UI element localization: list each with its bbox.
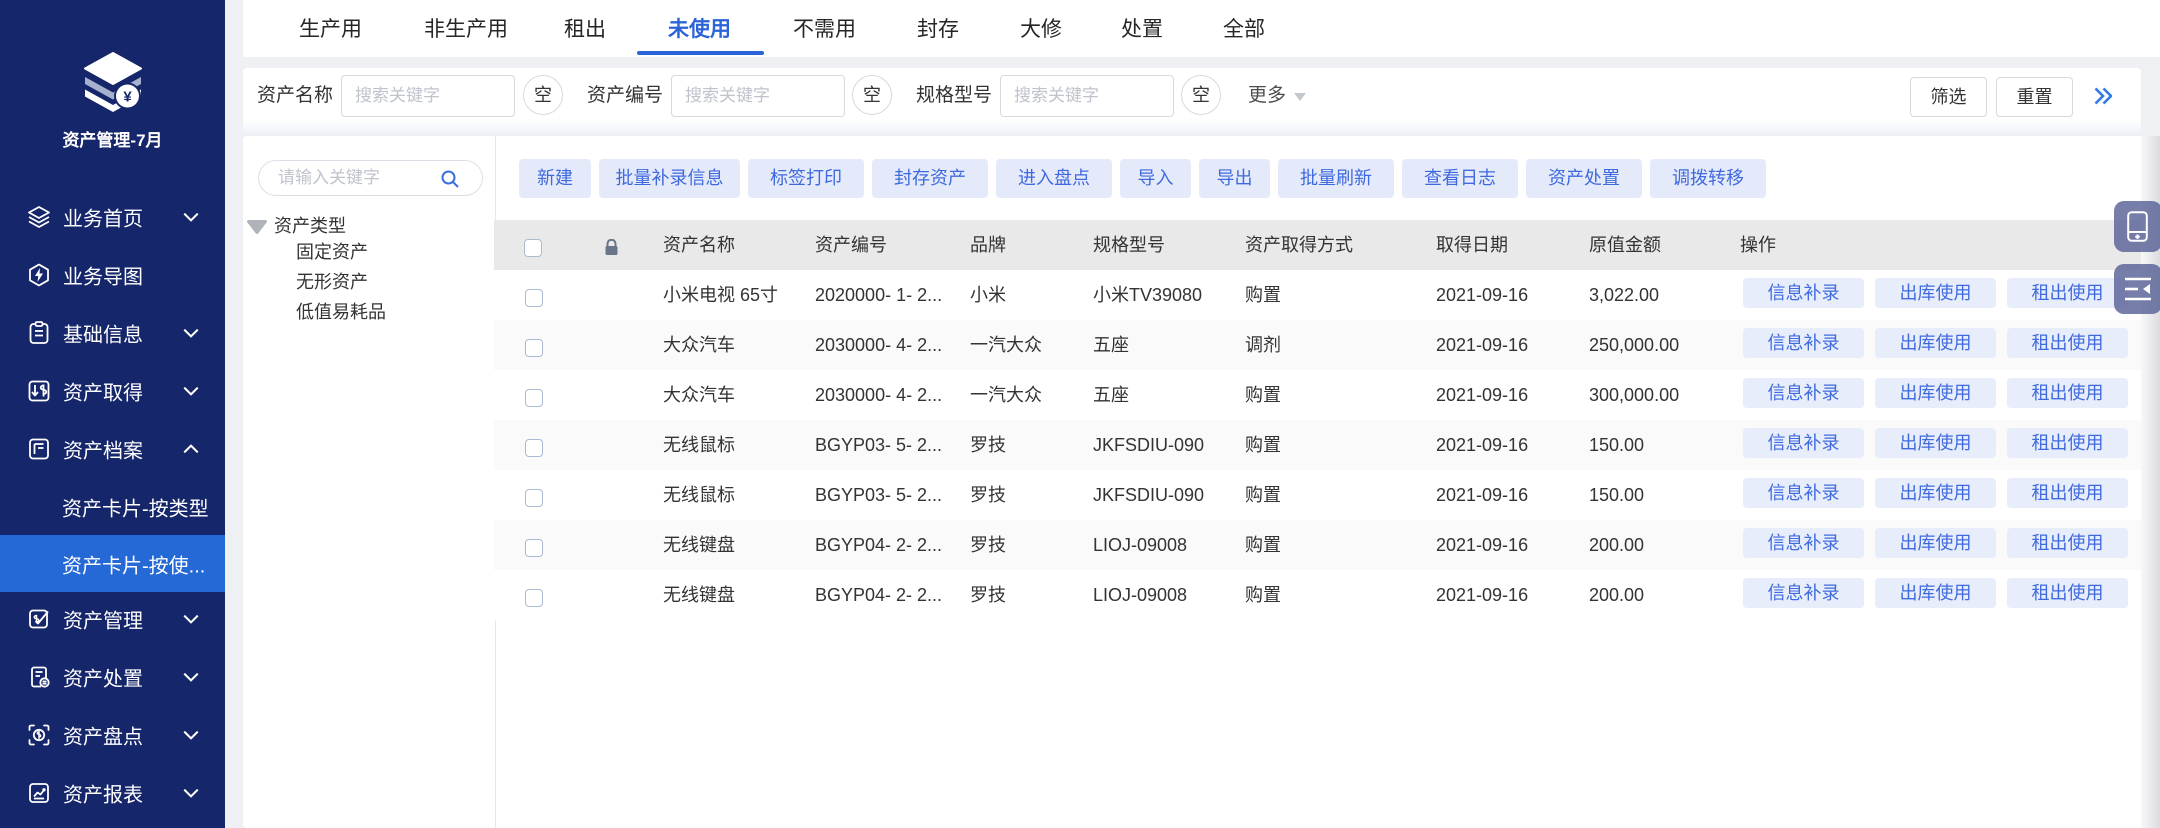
svg-text:¥: ¥ (123, 89, 132, 106)
